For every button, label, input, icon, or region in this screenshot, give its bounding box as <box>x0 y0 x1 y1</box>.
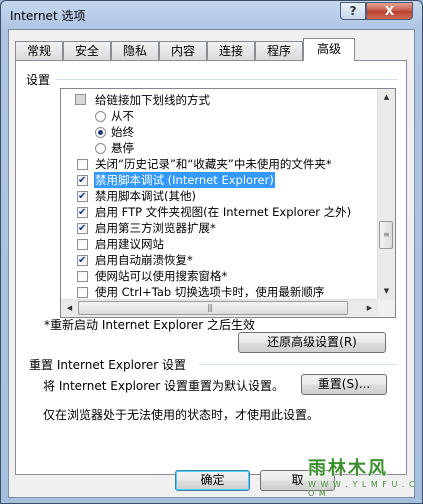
list-item-label: 启用自动崩溃恢复* <box>95 253 193 267</box>
tab-programs[interactable]: 程序 <box>255 41 303 60</box>
window-title: Internet 选项 <box>10 9 86 23</box>
reset-button[interactable]: 重置(S)... <box>301 374 387 395</box>
question-icon: ? <box>349 4 357 18</box>
checkbox[interactable] <box>77 173 88 189</box>
list-item-label: 悬停 <box>111 141 134 155</box>
list-item-label: 启用建议网站 <box>95 237 164 251</box>
checkbox[interactable] <box>77 287 88 298</box>
list-item-label: 禁用脚本调试 (Internet Explorer) <box>94 172 275 188</box>
checkbox[interactable] <box>77 205 88 221</box>
tab-label: 常规 <box>26 44 51 58</box>
list-item-label: 始终 <box>111 125 134 139</box>
tab-advanced[interactable]: 高级 <box>303 38 355 61</box>
checkbox[interactable] <box>77 271 88 282</box>
group-icon <box>75 94 86 105</box>
list-item-label: 关闭“历史记录”和“收藏夹”中未使用的文件夹* <box>95 157 332 171</box>
section-divider <box>56 79 398 80</box>
list-item-label: 禁用脚本调试(其他) <box>95 189 196 203</box>
checkbox[interactable] <box>77 221 88 237</box>
restart-note: *重新启动 Internet Explorer 之后生效 <box>44 318 256 332</box>
title-bar[interactable]: Internet 选项 ? X <box>1 1 422 29</box>
grip-icon: ||| <box>207 303 213 312</box>
close-icon: X <box>384 4 395 18</box>
reset-description: 将 Internet Explorer 设置重置为默认设置。 <box>43 379 285 393</box>
checkbox[interactable] <box>77 159 88 170</box>
list-item-label: 启用 FTP 文件夹视图(在 Internet Explorer 之外) <box>95 205 352 219</box>
internet-options-window: Internet 选项 ? X 常规 安全 隐私 内容 连接 程序 高级 设置 … <box>0 0 423 504</box>
scroll-left-arrow-icon[interactable]: ◀ <box>61 300 78 317</box>
scroll-up-arrow-icon[interactable]: ▲ <box>378 89 395 106</box>
grip-icon: ≡ <box>383 230 390 239</box>
scrollbar-corner <box>378 300 395 317</box>
checkbox[interactable] <box>77 189 88 205</box>
horizontal-scroll-thumb[interactable]: ||| <box>78 301 348 315</box>
radio-button[interactable] <box>95 127 106 138</box>
vertical-scrollbar[interactable]: ▲ ≡ ▼ <box>377 89 395 300</box>
list-item-label: 给链接加下划线的方式 <box>95 93 210 107</box>
radio-button[interactable] <box>95 143 106 154</box>
radio-button[interactable] <box>95 111 106 122</box>
watermark-logo: 雨林木风 W W W . Y L M F U . C O M <box>294 452 418 500</box>
tab-label: 内容 <box>170 44 195 58</box>
list-item-label: 使用 Ctrl+Tab 切换选项卡时，使用最新顺序 <box>95 285 325 299</box>
close-button[interactable]: X <box>366 2 413 20</box>
tab-label: 程序 <box>266 44 291 58</box>
watermark-url: W W W . Y L M F U . C O M <box>308 480 416 498</box>
ok-button[interactable]: 确定 <box>175 470 250 491</box>
tab-content[interactable]: 内容 <box>159 41 207 60</box>
tab-security[interactable]: 安全 <box>63 41 111 60</box>
restore-advanced-settings-button[interactable]: 还原高级设置(R) <box>238 332 386 353</box>
list-item-label: 启用第三方浏览器扩展* <box>95 221 216 235</box>
horizontal-scrollbar[interactable]: ◀ ||| ▶ <box>61 299 378 317</box>
tab-label: 高级 <box>316 42 341 56</box>
tab-privacy[interactable]: 隐私 <box>111 41 159 60</box>
section-divider <box>199 364 397 365</box>
tab-connections[interactable]: 连接 <box>207 41 255 60</box>
list-item-label: 使网站可以使用搜索窗格* <box>95 269 228 283</box>
tab-label: 安全 <box>74 44 99 58</box>
tab-label: 隐私 <box>122 44 147 58</box>
settings-list[interactable]: 给链接加下划线的方式 从不 始终 悬停 关闭“历史记录”和“收藏夹”中未使用的文… <box>60 88 396 318</box>
tab-general[interactable]: 常规 <box>15 41 63 60</box>
checkbox[interactable] <box>77 253 88 269</box>
settings-section-label: 设置 <box>26 73 51 87</box>
reset-section-label: 重置 Internet Explorer 设置 <box>29 358 187 372</box>
scroll-right-arrow-icon[interactable]: ▶ <box>361 300 378 317</box>
checkbox[interactable] <box>77 239 88 250</box>
dialog-body: 常规 安全 隐私 内容 连接 程序 高级 设置 给链接加下划线的方式 从不 始终 <box>8 29 415 498</box>
reset-note: 仅在浏览器处于无法使用的状态时，才使用此设置。 <box>43 408 320 422</box>
list-item-label: 从不 <box>111 109 134 123</box>
tab-label: 连接 <box>218 44 243 58</box>
watermark-logo-text: 雨林木风 <box>308 458 388 479</box>
scroll-down-arrow-icon[interactable]: ▼ <box>378 283 395 300</box>
help-button[interactable]: ? <box>340 2 366 20</box>
vertical-scroll-thumb[interactable]: ≡ <box>379 221 393 249</box>
